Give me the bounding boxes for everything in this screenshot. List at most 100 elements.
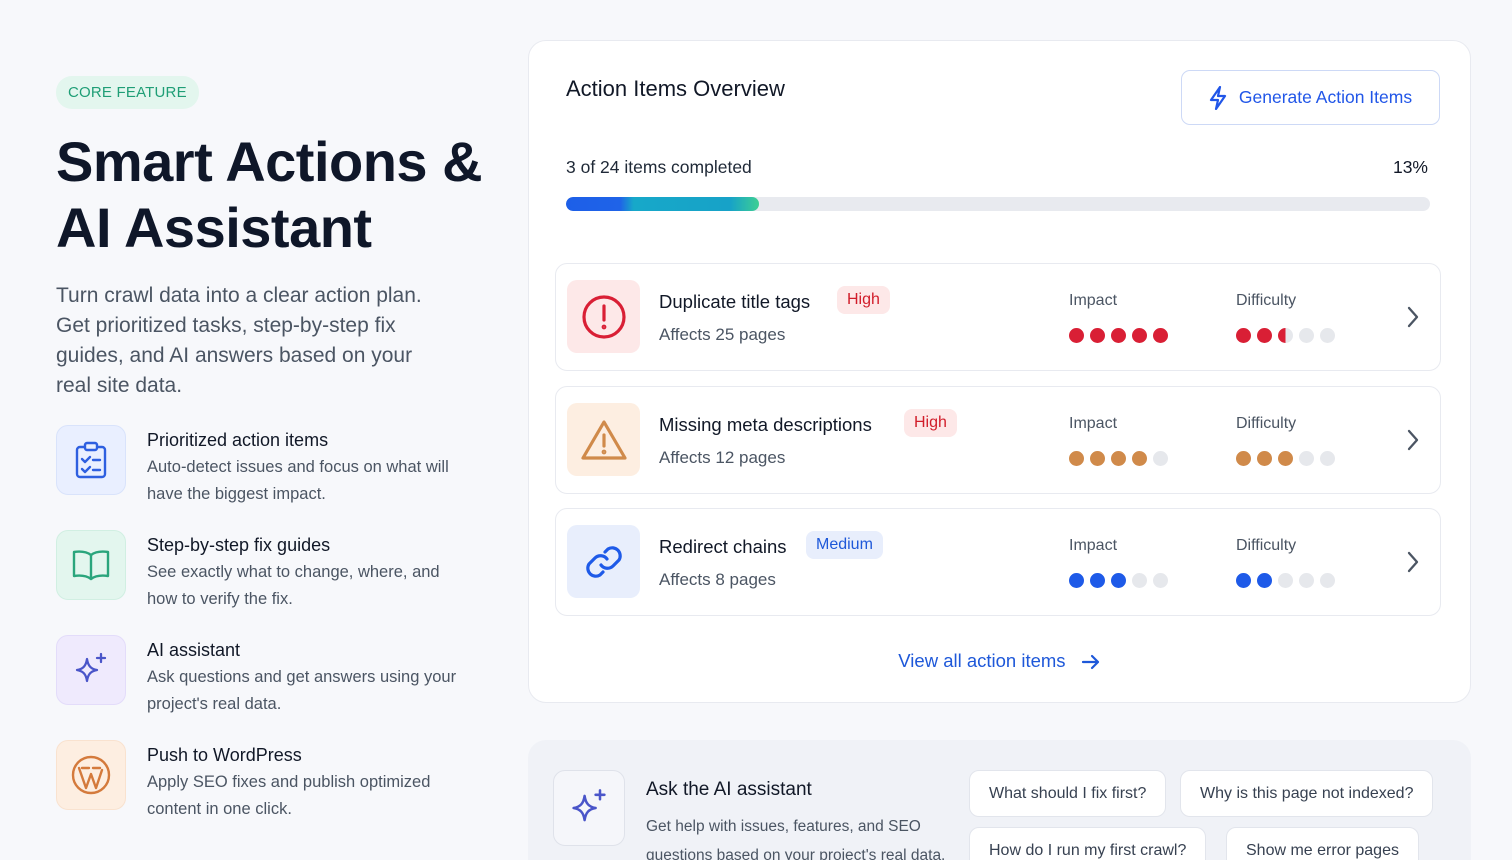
suggested-question-chip[interactable]: How do I run my first crawl? [969,827,1207,860]
rating-dot [1236,573,1251,588]
view-all-action-items-link[interactable]: View all action items [529,650,1470,672]
rating-dot [1236,328,1251,343]
action-item[interactable]: Redirect chains Medium Affects 8 pages I… [555,508,1441,616]
rating-dot [1257,451,1272,466]
rating-dot [1090,573,1105,588]
chevron-right-icon[interactable] [1406,550,1420,574]
rating-dot [1153,573,1168,588]
feature-title: Prioritized action items [147,430,329,450]
affects-text: Affects 8 pages [659,570,776,589]
rating-dot [1132,451,1147,466]
progress-label: 3 of 24 items completed [566,157,752,177]
affects-text: Affects 25 pages [659,325,786,344]
difficulty-label: Difficulty [1236,537,1297,554]
rating-dot [1299,573,1314,588]
severity-badge: High [904,409,957,437]
sparkles-icon [56,635,126,705]
wordpress-icon [56,740,126,810]
rating-dot [1069,573,1084,588]
suggested-question-chip[interactable]: Show me error pages [1226,827,1419,860]
progress-fill [566,197,759,211]
rating-dot [1320,573,1335,588]
ai-assistant-panel: Ask the AI assistant Get help with issue… [528,740,1471,860]
rating-dot [1132,573,1147,588]
feature-item: Prioritized action items Auto-detect iss… [56,425,466,508]
feature-description: Ask questions and get answers using your… [147,668,457,713]
rating-dot [1278,328,1293,343]
feature-item: Push to WordPress Apply SEO fixes and pu… [56,740,466,823]
rating-dot [1278,573,1293,588]
rating-dot [1320,328,1335,343]
severity-badge: Medium [806,531,883,559]
progress-bar [566,197,1430,211]
card-title: Action Items Overview [566,76,785,101]
hero-title: Smart Actions & AI Assistant [56,129,496,261]
arrow-right-icon [1081,654,1099,670]
action-item[interactable]: Duplicate title tags High Affects 25 pag… [555,263,1441,371]
chevron-right-icon[interactable] [1406,428,1420,452]
difficulty-label: Difficulty [1236,415,1297,432]
action-item-title: Redirect chains [659,536,787,557]
action-item[interactable]: Missing meta descriptions High Affects 1… [555,386,1441,494]
feature-description: Apply SEO fixes and publish optimized co… [147,773,431,818]
generate-button-label: Generate Action Items [1238,87,1413,107]
alert-circle-icon [567,280,640,353]
feature-title: AI assistant [147,640,241,660]
feature-item: Step-by-step fix guides See exactly what… [56,530,466,613]
ai-panel-description: Get help with issues, features, and SEO … [646,818,946,860]
rating-dot [1278,451,1293,466]
progress-percent: 13% [1392,157,1428,177]
rating-dot [1153,328,1168,343]
rating-dot [1111,573,1126,588]
suggested-question-chip[interactable]: Why is this page not indexed? [1180,770,1434,817]
action-item-title: Duplicate title tags [659,291,811,312]
sparkles-icon [553,770,625,846]
action-item-title: Missing meta descriptions [659,414,872,435]
affects-text: Affects 12 pages [659,448,786,467]
difficulty-rating [1236,328,1335,343]
impact-label: Impact [1069,537,1118,554]
hero-title-line2: AI Assistant [56,196,372,259]
warning-triangle-icon [567,403,640,476]
feature-item: AI assistant Ask questions and get answe… [56,635,466,718]
rating-dot [1299,328,1314,343]
rating-dot [1069,328,1084,343]
rating-dot [1257,328,1272,343]
hero-description: Turn crawl data into a clear action plan… [56,284,422,397]
rating-dot [1236,451,1251,466]
feature-title: Push to WordPress [147,745,302,765]
rating-dot [1090,328,1105,343]
rating-dot [1069,451,1084,466]
impact-rating [1069,573,1168,588]
chevron-right-icon[interactable] [1406,305,1420,329]
rating-dot [1111,328,1126,343]
impact-rating [1069,328,1168,343]
book-open-icon [56,530,126,600]
feature-description: See exactly what to change, where, and h… [147,563,440,608]
feature-list: Prioritized action items Auto-detect iss… [56,425,466,823]
rating-dot [1132,328,1147,343]
severity-badge: High [837,286,890,314]
rating-dot [1090,451,1105,466]
difficulty-rating [1236,451,1335,466]
impact-rating [1069,451,1168,466]
rating-dot [1257,573,1272,588]
rating-dot [1299,451,1314,466]
view-all-label: View all action items [898,650,1066,671]
clipboard-check-icon [56,425,126,495]
hero-section: CORE FEATURE Smart Actions & AI Assistan… [56,76,483,845]
link-icon [567,525,640,598]
difficulty-label: Difficulty [1236,292,1297,309]
hero-title-line1: Smart Actions & [56,130,483,193]
suggested-question-chip[interactable]: What should I fix first? [969,770,1167,817]
generate-action-items-button[interactable]: Generate Action Items [1181,70,1440,125]
action-items-overview-card: Action Items Overview Generate Action It… [528,40,1471,703]
ai-panel-title: Ask the AI assistant [646,779,812,800]
core-feature-badge: CORE FEATURE [56,76,199,109]
feature-description: Auto-detect issues and focus on what wil… [147,458,449,503]
rating-dot [1153,451,1168,466]
rating-dot [1320,451,1335,466]
lightning-icon [1209,85,1227,110]
feature-title: Step-by-step fix guides [147,535,331,555]
impact-label: Impact [1069,415,1118,432]
